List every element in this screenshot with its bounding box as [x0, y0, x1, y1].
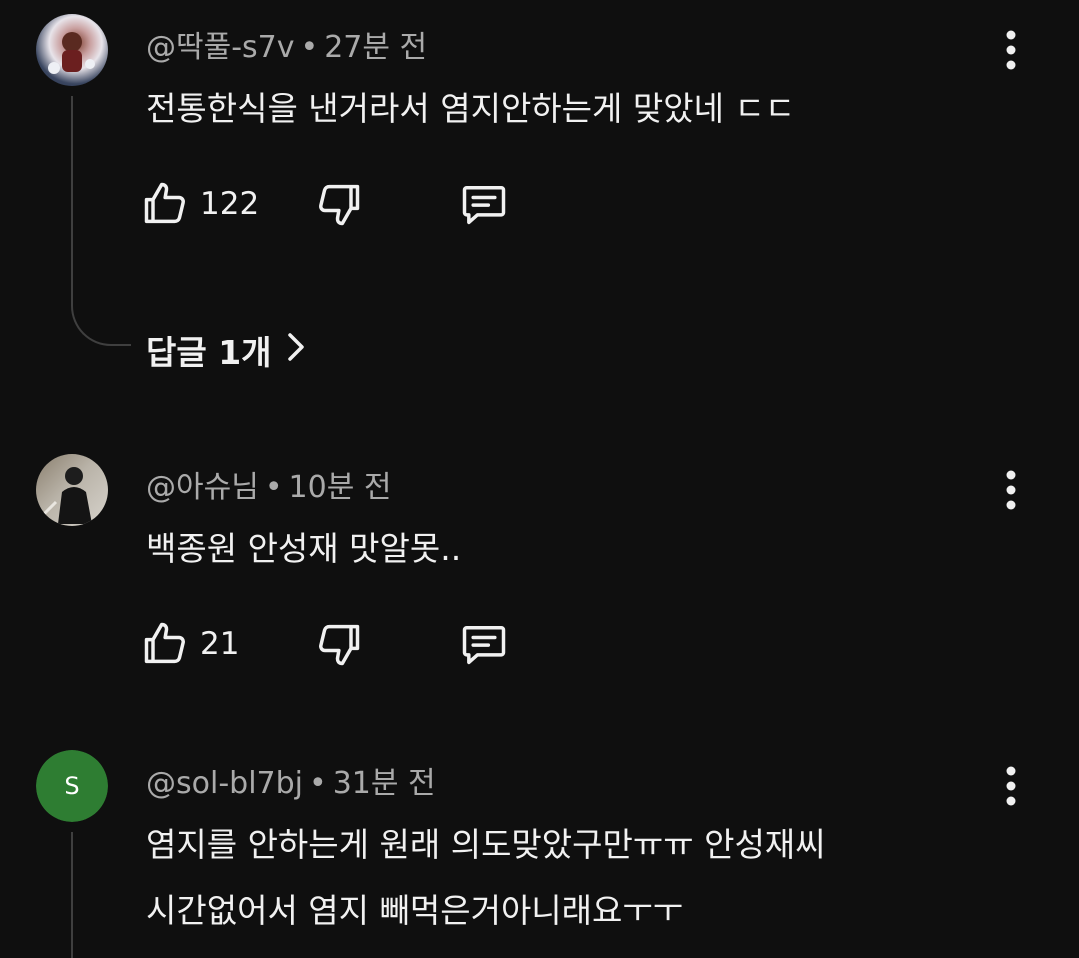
more-options-button[interactable] [991, 20, 1031, 80]
thumbs-up-icon [144, 622, 185, 664]
like-button[interactable]: 21 [140, 614, 239, 674]
thread-line [71, 832, 73, 958]
like-count: 122 [200, 186, 260, 222]
comment-text: 백종원 안성재 맛알못.. [146, 529, 462, 568]
more-vert-icon [1006, 30, 1016, 70]
avatar[interactable] [36, 454, 108, 526]
user-avatar-photo-icon [42, 467, 92, 524]
more-vert-icon [1006, 470, 1016, 510]
dislike-button[interactable] [312, 174, 364, 234]
separator-dot: • [309, 766, 327, 801]
like-count: 21 [200, 626, 240, 662]
view-replies-button[interactable]: 답글 1개 [146, 326, 306, 374]
comment-text-line-1: 염지를 안하는게 원래 의도맞았구만ㅠㅠ 안성재씨 [146, 825, 826, 864]
thumbs-down-icon [319, 184, 360, 226]
more-options-button[interactable] [991, 756, 1031, 816]
separator-dot: • [264, 470, 283, 505]
comment-reply-icon [462, 626, 506, 665]
author-name[interactable]: @딱풀-s7v [146, 30, 295, 65]
thread-line-curve [71, 290, 131, 346]
author-name[interactable]: @sol-bl7bj [146, 766, 303, 801]
avatar-letter-circle: S [36, 750, 108, 822]
comment-reply-icon [462, 186, 506, 225]
thumbs-down-icon [319, 624, 360, 666]
comment-time: 27분 전 [324, 30, 428, 65]
comment-text-line-2: 시간없어서 염지 빼먹은거아니래요ㅜㅜ [146, 891, 684, 930]
avatar[interactable] [36, 14, 108, 86]
separator-dot: • [300, 30, 319, 65]
more-options-button[interactable] [991, 460, 1031, 520]
avatar[interactable]: S [36, 750, 108, 822]
more-vert-icon [1006, 766, 1016, 806]
comment-text: 전통한식을 낸거라서 염지안하는게 맞았네 ㄷㄷ [146, 89, 796, 128]
comment-meta: @딱풀-s7v • 27분 전 [146, 22, 427, 66]
thumbs-up-icon [144, 182, 185, 224]
dislike-button[interactable] [312, 614, 364, 674]
reply-button[interactable] [458, 614, 510, 674]
comment-time: 10분 전 [288, 470, 392, 505]
avatar-letter: S [64, 772, 80, 800]
comment-meta: @아슈님 • 10분 전 [146, 462, 391, 506]
comment-meta: @sol-bl7bj • 31분 전 [146, 758, 436, 802]
thread-line [71, 96, 73, 296]
like-button[interactable]: 122 [140, 174, 259, 234]
chevron-right-icon [286, 331, 306, 370]
replies-label: 답글 1개 [146, 333, 272, 372]
user-avatar-illustration-icon [48, 32, 95, 74]
reply-button[interactable] [458, 174, 510, 234]
comment-time: 31분 전 [332, 766, 436, 801]
author-name[interactable]: @아슈님 [146, 470, 259, 505]
